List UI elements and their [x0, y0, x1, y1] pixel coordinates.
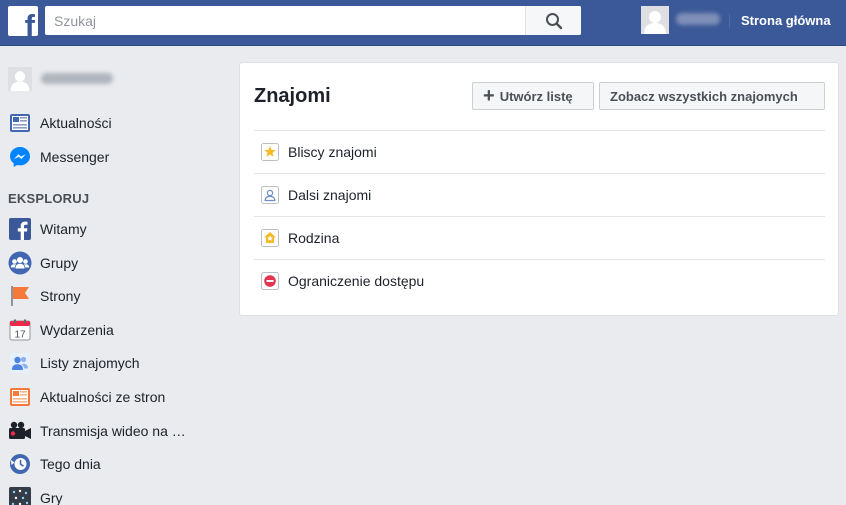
search-input[interactable]	[45, 6, 525, 35]
top-bar: f Strona główna	[0, 0, 846, 46]
star-icon	[261, 143, 279, 161]
sidebar-item-on-this-day[interactable]: Tego dnia	[8, 451, 198, 477]
avatar-silhouette-icon	[8, 67, 32, 91]
list-item-restricted[interactable]: Ograniczenie dostępu	[254, 259, 825, 302]
page-title: Znajomi	[254, 85, 331, 107]
search-icon	[545, 12, 562, 29]
see-all-friends-label: Zobacz wszystkich znajomych	[610, 88, 798, 104]
avatar-silhouette-icon	[641, 6, 669, 34]
section-title-explore: EKSPLORUJ	[8, 191, 90, 206]
sidebar-item-live-video[interactable]: Transmisja wideo na …	[8, 418, 198, 444]
list-item-acquaintances[interactable]: Dalsi znajomi	[254, 173, 825, 216]
create-list-button[interactable]: + Utwórz listę	[472, 82, 594, 110]
see-all-friends-button[interactable]: Zobacz wszystkich znajomych	[599, 82, 825, 110]
news-feed-icon	[8, 111, 32, 135]
sidebar-item-pages-feed[interactable]: Aktualności ze stron	[8, 384, 198, 410]
sidebar-item-messenger[interactable]: Messenger	[8, 144, 198, 170]
list-item-label: Dalsi znajomi	[288, 187, 372, 203]
video-camera-icon	[8, 419, 32, 443]
games-icon	[8, 486, 32, 505]
sidebar-item-events[interactable]: 17 Wydarzenia	[8, 317, 198, 343]
sidebar-item-label: Aktualności ze stron	[40, 389, 166, 405]
sidebar-item-welcome[interactable]: Witamy	[8, 216, 198, 242]
restricted-icon	[261, 272, 279, 290]
pages-flag-icon	[8, 284, 32, 308]
sidebar-item-friend-lists[interactable]: Listy znajomych	[8, 350, 198, 376]
create-list-label: Utwórz listę	[499, 88, 573, 104]
facebook-logo-icon[interactable]: f	[8, 6, 38, 36]
sidebar-profile[interactable]	[8, 67, 198, 93]
calendar-icon: 17	[8, 318, 32, 342]
sidebar-item-label: Strony	[40, 288, 81, 304]
person-outline-icon	[261, 186, 279, 204]
sidebar-item-label: Messenger	[40, 149, 110, 165]
sidebar-item-games[interactable]: Gry	[8, 485, 198, 505]
sidebar-item-label: Tego dnia	[40, 456, 101, 472]
sidebar-item-label: Gry	[40, 490, 63, 505]
logo-letter: f	[24, 8, 35, 36]
home-link[interactable]: Strona główna	[741, 13, 831, 28]
sidebar-item-groups[interactable]: Grupy	[8, 250, 198, 276]
list-item-label: Rodzina	[288, 230, 340, 246]
list-item-label: Bliscy znajomi	[288, 144, 377, 160]
sidebar-item-news-feed[interactable]: Aktualności	[8, 110, 198, 136]
groups-icon	[8, 251, 32, 275]
pages-feed-icon	[8, 385, 32, 409]
divider	[729, 14, 730, 28]
sidebar-item-label: Grupy	[40, 255, 79, 271]
search-box	[45, 6, 581, 35]
sidebar-item-label: Listy znajomych	[40, 355, 140, 371]
friends-card: Znajomi + Utwórz listę Zobacz wszystkich…	[239, 62, 839, 316]
profile-name-blurred	[41, 73, 113, 84]
sidebar-item-label: Transmisja wideo na …	[40, 423, 186, 439]
facebook-icon	[8, 217, 32, 241]
avatar[interactable]	[641, 6, 669, 34]
messenger-icon	[8, 145, 32, 169]
list-item-family[interactable]: Rodzina	[254, 216, 825, 259]
calendar-badge: 17	[14, 330, 26, 341]
search-button[interactable]	[525, 6, 581, 35]
on-this-day-icon	[8, 452, 32, 476]
sidebar-item-label: Witamy	[40, 221, 87, 237]
sidebar-item-label: Aktualności	[40, 115, 112, 131]
list-item-label: Ograniczenie dostępu	[288, 273, 425, 289]
plus-icon: +	[483, 85, 495, 107]
profile-name-blurred[interactable]	[676, 13, 720, 25]
list-item-close-friends[interactable]: Bliscy znajomi	[254, 130, 825, 173]
friend-lists-icon	[8, 351, 32, 375]
house-icon	[261, 229, 279, 247]
sidebar-item-label: Wydarzenia	[40, 322, 114, 338]
sidebar-item-pages[interactable]: Strony	[8, 283, 198, 309]
avatar	[8, 67, 32, 91]
